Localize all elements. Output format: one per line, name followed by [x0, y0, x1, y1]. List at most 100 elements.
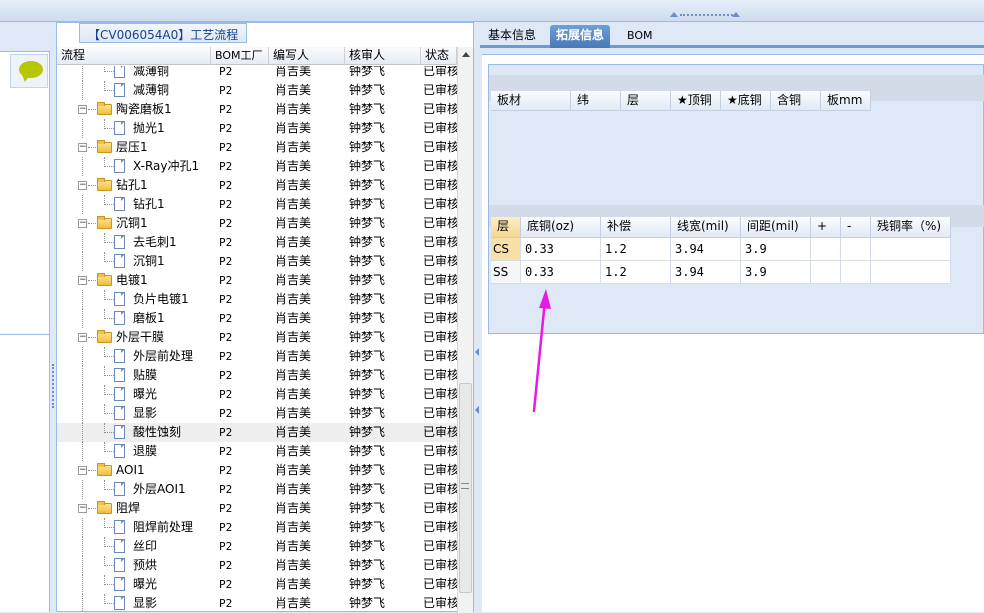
layer-value-cell[interactable]: 3.9 [741, 238, 811, 261]
layer-value-cell[interactable]: 1.2 [601, 261, 671, 284]
layer-column-header[interactable]: 线宽(mil) [671, 217, 741, 238]
material-column-header[interactable]: 纬 [571, 91, 621, 111]
table-row[interactable]: 曝光 P2 肖吉美 钟梦飞 已审核 [57, 385, 457, 404]
tab-bom[interactable]: BOM [621, 25, 659, 48]
layer-value-cell[interactable]: 3.94 [671, 238, 741, 261]
table-row[interactable]: 沉铜1 P2 肖吉美 钟梦飞 已审核 [57, 252, 457, 271]
message-button[interactable] [10, 54, 48, 88]
table-row[interactable]: − 外层干膜 P2 肖吉美 钟梦飞 已审核 [57, 328, 457, 347]
table-row[interactable]: 减薄铜 P2 肖吉美 钟梦飞 已审核 [57, 81, 457, 100]
material-column-header[interactable]: 层 [621, 91, 671, 111]
top-toolbar [0, 0, 984, 22]
process-step-label: 显影 [133, 596, 158, 610]
scroll-up-icon[interactable] [462, 52, 470, 57]
table-row[interactable]: 去毛刺1 P2 肖吉美 钟梦飞 已审核 [57, 233, 457, 252]
collapse-toggle-icon[interactable]: − [78, 105, 87, 114]
collapse-up-icon[interactable] [732, 12, 740, 17]
layer-value-cell[interactable]: 3.94 [671, 261, 741, 284]
table-row[interactable]: − 层压1 P2 肖吉美 钟梦飞 已审核 [57, 138, 457, 157]
material-column-header[interactable]: ★顶铜 [671, 91, 721, 111]
column-header-writer[interactable]: 编写人 [269, 47, 345, 65]
table-row[interactable]: 钻孔1 P2 肖吉美 钟梦飞 已审核 [57, 195, 457, 214]
layer-column-header[interactable]: 补偿 [601, 217, 671, 238]
collapse-toggle-icon[interactable]: − [78, 333, 87, 342]
column-header-status[interactable]: 状态 [421, 47, 457, 65]
collapse-toggle-icon[interactable]: − [78, 219, 87, 228]
material-column-header[interactable]: ★底铜 [721, 91, 771, 111]
process-group-label: 层压1 [116, 140, 148, 154]
material-column-header[interactable]: 板材 [491, 91, 571, 111]
layer-value-cell[interactable] [841, 238, 871, 261]
layer-column-header[interactable]: 间距(mil) [741, 217, 811, 238]
collapse-toggle-icon[interactable]: − [78, 276, 87, 285]
table-row[interactable]: 阻焊前处理 P2 肖吉美 钟梦飞 已审核 [57, 518, 457, 537]
collapse-left-icon[interactable] [475, 348, 479, 356]
collapse-up-icon[interactable] [670, 12, 678, 17]
table-row[interactable]: 磨板1 P2 肖吉美 钟梦飞 已审核 [57, 309, 457, 328]
table-row[interactable]: − 钻孔1 P2 肖吉美 钟梦飞 已审核 [57, 176, 457, 195]
table-row[interactable]: − 沉铜1 P2 肖吉美 钟梦飞 已审核 [57, 214, 457, 233]
bom-factory-cell: P2 [219, 66, 233, 78]
layer-column-header[interactable]: + [811, 217, 841, 238]
layer-column-header[interactable]: 底铜(oz) [521, 217, 601, 238]
tree-connector [82, 119, 83, 138]
layer-value-cell[interactable]: 1.2 [601, 238, 671, 261]
table-row[interactable]: − 陶瓷磨板1 P2 肖吉美 钟梦飞 已审核 [57, 100, 457, 119]
table-row[interactable]: 外层AOI1 P2 肖吉美 钟梦飞 已审核 [57, 480, 457, 499]
splitter-grip[interactable] [52, 364, 54, 408]
layer-column-header[interactable]: 残铜率（%) [871, 217, 951, 238]
table-row[interactable]: 退膜 P2 肖吉美 钟梦飞 已审核 [57, 442, 457, 461]
table-row[interactable]: 外层前处理 P2 肖吉美 钟梦飞 已审核 [57, 347, 457, 366]
table-row[interactable]: 贴膜 P2 肖吉美 钟梦飞 已审核 [57, 366, 457, 385]
layer-column-header[interactable]: - [841, 217, 871, 238]
column-header-process[interactable]: 流程 [57, 47, 211, 65]
checker-cell: 钟梦飞 [349, 216, 386, 230]
collapse-toggle-icon[interactable]: − [78, 466, 87, 475]
layer-value-cell[interactable]: 0.33 [521, 261, 601, 284]
layer-value-cell[interactable] [811, 238, 841, 261]
layer-value-cell[interactable]: 3.9 [741, 261, 811, 284]
table-row[interactable]: − 电镀1 P2 肖吉美 钟梦飞 已审核 [57, 271, 457, 290]
tree-connector [82, 385, 83, 404]
writer-cell: 肖吉美 [275, 330, 312, 344]
collapse-toggle-icon[interactable]: − [78, 143, 87, 152]
table-row[interactable]: 负片电镀1 P2 肖吉美 钟梦飞 已审核 [57, 290, 457, 309]
table-row[interactable]: 预烘 P2 肖吉美 钟梦飞 已审核 [57, 556, 457, 575]
layer-value-cell[interactable] [841, 261, 871, 284]
table-row[interactable]: 显影 P2 肖吉美 钟梦飞 已审核 [57, 594, 457, 612]
table-row[interactable]: 丝印 P2 肖吉美 钟梦飞 已审核 [57, 537, 457, 556]
layer-value-cell[interactable]: 0.33 [521, 238, 601, 261]
tab-basic-info[interactable]: 基本信息 [482, 25, 542, 48]
table-row[interactable]: − 阻焊 P2 肖吉美 钟梦飞 已审核 [57, 499, 457, 518]
collapse-toggle-icon[interactable]: − [78, 181, 87, 190]
bom-factory-cell: P2 [219, 597, 233, 610]
tree-rows: 减薄铜 P2 肖吉美 钟梦飞 已审核 减薄铜 P2 肖吉美 钟梦飞 已审核 − 陶瓷磨板1 P2 肖吉美钟… [57, 66, 457, 612]
layer-value-cell[interactable] [811, 261, 841, 284]
tab-extended-info[interactable]: 拓展信息 [550, 25, 611, 48]
tree-connector [82, 442, 83, 461]
checker-cell: 钟梦飞 [349, 254, 386, 268]
table-row[interactable]: 减薄铜 P2 肖吉美 钟梦飞 已审核 [57, 66, 457, 81]
table-row[interactable]: 显影 P2 肖吉美 钟梦飞 已审核 [57, 404, 457, 423]
table-row[interactable]: 抛光1 P2 肖吉美 钟梦飞 已审核 [57, 119, 457, 138]
material-column-header[interactable]: 含铜 [771, 91, 821, 111]
column-header-checker[interactable]: 核审人 [345, 47, 421, 65]
layer-value-cell[interactable] [871, 261, 951, 284]
table-row[interactable]: 酸性蚀刻 P2 肖吉美 钟梦飞 已审核 [57, 423, 457, 442]
collapse-toggle-icon[interactable]: − [78, 504, 87, 513]
checker-cell: 钟梦飞 [349, 330, 386, 344]
status-cell: 已审核 [423, 444, 457, 458]
layer-value-cell[interactable] [871, 238, 951, 261]
layer-column-header[interactable]: 层 [491, 217, 521, 238]
tree-connector [88, 280, 96, 281]
material-column-header[interactable]: 板mm [821, 91, 871, 111]
splitter-grip[interactable] [680, 14, 736, 20]
tree-connector [82, 575, 83, 594]
table-row[interactable]: X-Ray冲孔1 P2 肖吉美 钟梦飞 已审核 [57, 157, 457, 176]
tree-scrollbar[interactable] [457, 47, 473, 613]
column-header-bom-factory[interactable]: BOM工厂 [211, 47, 269, 65]
collapse-left-icon[interactable] [475, 406, 479, 414]
writer-cell: 肖吉美 [275, 444, 312, 458]
table-row[interactable]: 曝光 P2 肖吉美 钟梦飞 已审核 [57, 575, 457, 594]
table-row[interactable]: − AOI1 P2 肖吉美 钟梦飞 已审核 [57, 461, 457, 480]
